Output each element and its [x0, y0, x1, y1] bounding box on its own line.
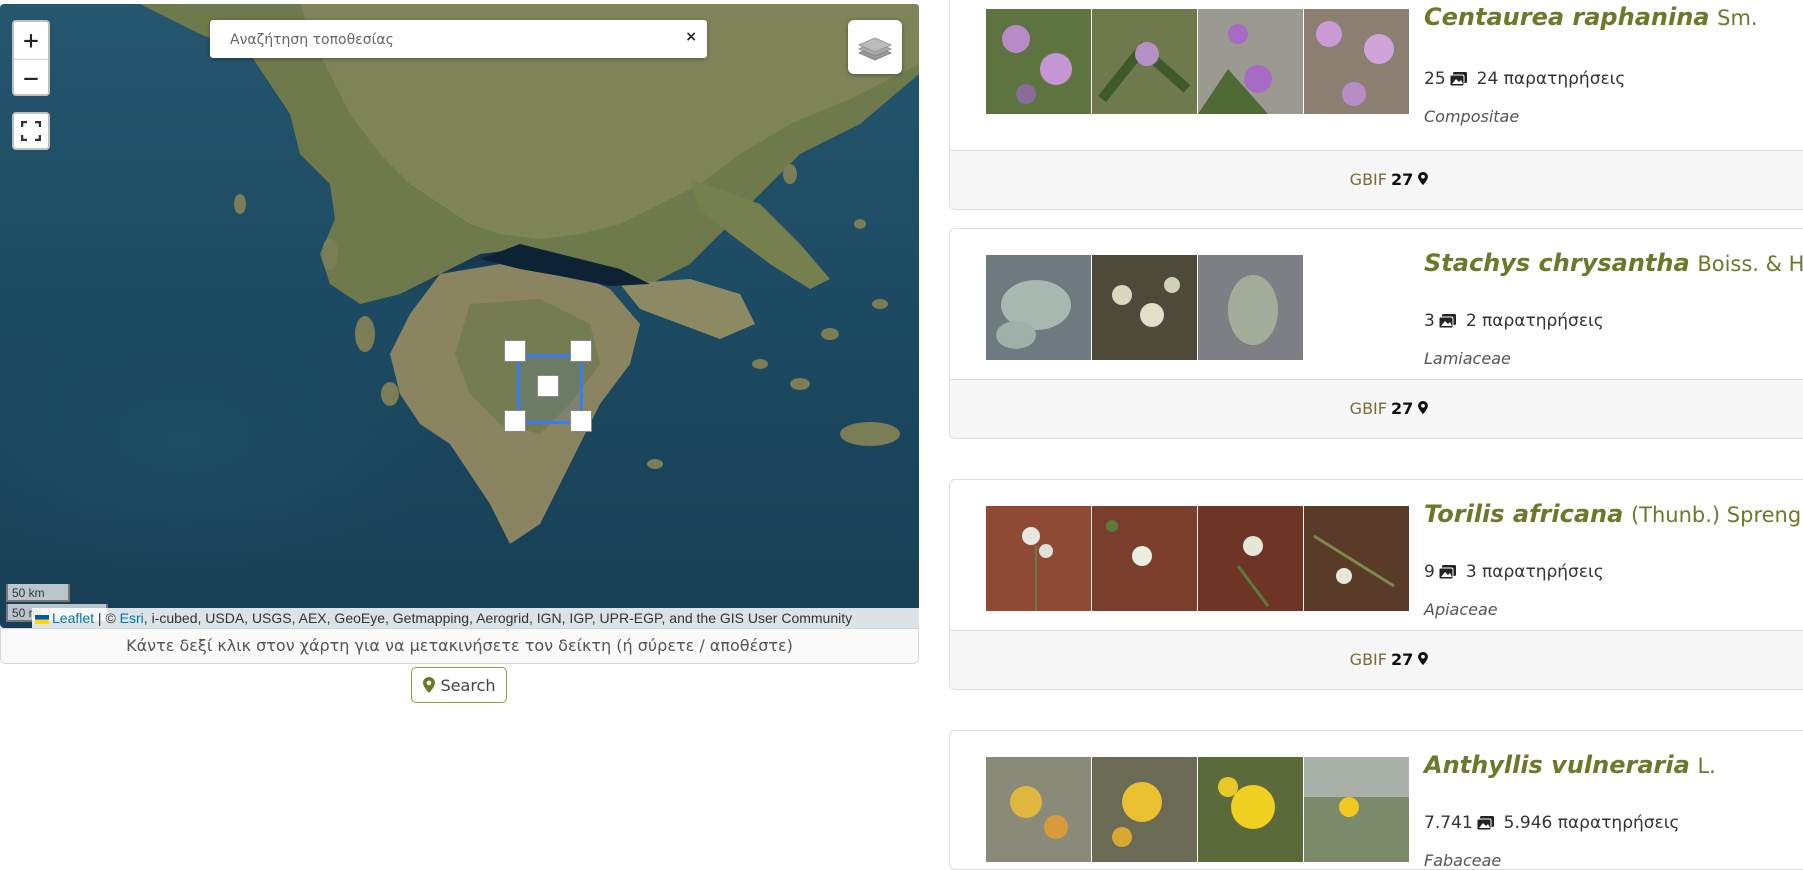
attribution-separator: | © [94, 610, 120, 626]
satellite-basemap [140, 4, 919, 544]
author-name: Boiss. & Heldr. [1697, 252, 1803, 276]
species-photos[interactable] [986, 757, 1410, 862]
location-search-input[interactable] [210, 20, 682, 60]
layers-icon [857, 37, 893, 61]
author-name: (Thunb.) Spreng. [1630, 503, 1803, 527]
species-stats: 25 24 παρατηρήσεις [1424, 69, 1625, 89]
map-marker-icon [1418, 172, 1429, 185]
scientific-name: Centaurea raphanina [1424, 3, 1710, 31]
layers-button[interactable] [848, 20, 902, 74]
species-card[interactable]: Stachys chrysantha Boiss. & Heldr. 3 2 π… [949, 228, 1803, 439]
species-title[interactable]: Torilis africana (Thunb.) Spreng. [1424, 500, 1803, 528]
move-handle[interactable] [537, 375, 559, 397]
zoom-control: + − [12, 20, 50, 96]
map-hint: Κάντε δεξί κλικ στον χάρτη για να μετακι… [0, 628, 919, 664]
resize-handle-top-left[interactable] [504, 340, 526, 362]
family-name: Apiaceae [1424, 600, 1498, 619]
gbif-count: 27 [1390, 399, 1414, 418]
species-photo[interactable] [1304, 757, 1409, 862]
author-name: Sm. [1717, 6, 1758, 30]
photo-count: 3 [1424, 311, 1435, 331]
fullscreen-icon [21, 121, 41, 141]
species-photo[interactable] [1092, 9, 1197, 114]
species-stats: 9 3 παρατηρήσεις [1424, 562, 1604, 582]
species-photo[interactable] [1198, 9, 1303, 114]
scientific-name: Anthyllis vulneraria [1424, 751, 1690, 779]
photo-count: 25 [1424, 69, 1446, 89]
fullscreen-button[interactable] [12, 112, 50, 150]
gbif-footer[interactable]: GBIF 27 [950, 150, 1803, 209]
attribution-sources: , i-cubed, USDA, USGS, AEX, GeoEye, Getm… [143, 610, 853, 626]
author-name: L. [1697, 754, 1716, 778]
search-button[interactable]: Search [411, 667, 507, 703]
species-photo[interactable] [1304, 506, 1409, 611]
scientific-name: Stachys chrysantha [1424, 249, 1690, 277]
gbif-label: GBIF [1349, 170, 1387, 189]
resize-handle-bottom-right[interactable] [570, 410, 592, 432]
photos-icon [1438, 313, 1456, 329]
map[interactable]: + − × 50 km 50 mi Leaflet | © Esri, i-cu… [0, 4, 919, 628]
map-marker-icon [1418, 401, 1429, 414]
zoom-out-button[interactable]: − [14, 59, 48, 97]
zoom-in-button[interactable]: + [14, 22, 48, 59]
species-photo[interactable] [1092, 255, 1197, 360]
species-photo[interactable] [986, 757, 1091, 862]
observation-count: 24 παρατηρήσεις [1476, 69, 1626, 89]
gbif-count: 27 [1390, 170, 1414, 189]
species-photos[interactable] [986, 506, 1410, 611]
gbif-footer[interactable]: GBIF 27 [950, 379, 1803, 438]
species-photo[interactable] [986, 506, 1091, 611]
species-photo[interactable] [1092, 757, 1197, 862]
family-name: Compositae [1424, 107, 1520, 126]
species-card[interactable]: Centaurea raphanina Sm. 25 24 παρατηρήσε… [949, 0, 1803, 210]
gbif-label: GBIF [1349, 399, 1387, 418]
gbif-count: 27 [1390, 650, 1414, 669]
gbif-label: GBIF [1349, 650, 1387, 669]
species-photo[interactable] [986, 9, 1091, 114]
gbif-footer[interactable]: GBIF 27 [950, 630, 1803, 689]
species-photo[interactable] [1198, 757, 1303, 862]
photo-count: 7.741 [1424, 813, 1473, 833]
species-stats: 7.741 5.946 παρατηρήσεις [1424, 813, 1679, 833]
family-name: Lamiaceae [1424, 349, 1511, 368]
esri-link[interactable]: Esri [120, 610, 144, 626]
search-button-label: Search [440, 675, 496, 695]
resize-handle-bottom-left[interactable] [504, 410, 526, 432]
species-title[interactable]: Anthyllis vulneraria L. [1424, 751, 1716, 779]
map-attribution: Leaflet | © Esri, i-cubed, USDA, USGS, A… [32, 608, 919, 628]
observation-count: 3 παρατηρήσεις [1465, 562, 1604, 582]
photos-icon [1476, 815, 1494, 831]
species-title[interactable]: Stachys chrysantha Boiss. & Heldr. [1424, 249, 1803, 277]
photos-icon [1449, 71, 1467, 87]
species-card[interactable]: Anthyllis vulneraria L. 7.741 5.946 παρα… [949, 730, 1803, 870]
photo-count: 9 [1424, 562, 1435, 582]
species-photo[interactable] [986, 255, 1091, 360]
observation-count: 5.946 παρατηρήσεις [1503, 813, 1680, 833]
species-photo[interactable] [1198, 255, 1303, 360]
map-marker-icon [422, 677, 435, 693]
species-title[interactable]: Centaurea raphanina Sm. [1424, 3, 1758, 31]
species-photo[interactable] [1304, 9, 1409, 114]
species-photos[interactable] [986, 255, 1304, 360]
leaflet-link[interactable]: Leaflet [52, 610, 94, 626]
location-search: × [210, 20, 707, 60]
resize-handle-top-right[interactable] [570, 340, 592, 362]
observation-count: 2 παρατηρήσεις [1465, 311, 1604, 331]
ukraine-flag-icon [35, 614, 49, 624]
map-marker-icon [1418, 652, 1429, 665]
scale-bar-km: 50 km [6, 584, 70, 602]
scientific-name: Torilis africana [1424, 500, 1624, 528]
species-photo[interactable] [1198, 506, 1303, 611]
species-photos[interactable] [986, 9, 1410, 114]
family-name: Fabaceae [1424, 851, 1502, 870]
species-card[interactable]: Torilis africana (Thunb.) Spreng. 9 3 πα… [949, 479, 1803, 690]
species-stats: 3 2 παρατηρήσεις [1424, 311, 1604, 331]
species-photo[interactable] [1092, 506, 1197, 611]
photos-icon [1438, 564, 1456, 580]
search-clear-button[interactable]: × [685, 29, 697, 45]
